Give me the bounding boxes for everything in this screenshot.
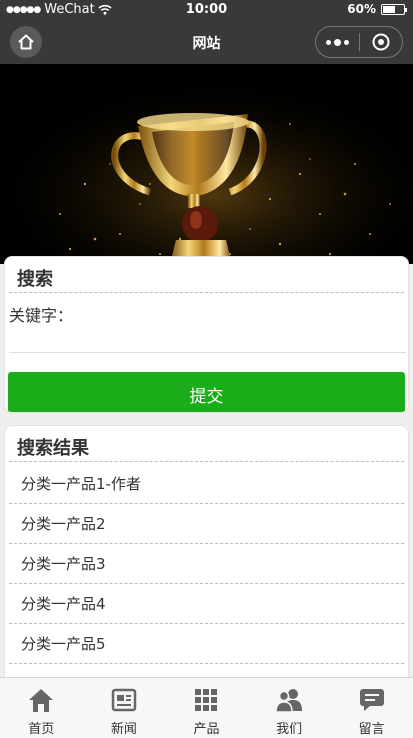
close-button[interactable] <box>359 27 402 57</box>
results-card: 搜索结果 分类一产品1-作者 分类一产品2 分类一产品3 分类一产品4 分类一产… <box>4 425 409 685</box>
status-bar: ●●●●● WeChat 10:00 60% <box>0 0 413 20</box>
tab-products[interactable]: 产品 <box>165 678 248 738</box>
people-icon <box>275 686 303 714</box>
tab-news[interactable]: 新闻 <box>83 678 166 738</box>
news-icon <box>110 686 138 714</box>
submit-button[interactable]: 提交 <box>8 372 405 412</box>
nav-bar: 网站 <box>0 20 413 64</box>
list-item[interactable]: 分类一产品4 <box>9 584 404 624</box>
banner-image <box>0 64 413 264</box>
tab-about[interactable]: 我们 <box>248 678 331 738</box>
home-icon <box>27 686 55 714</box>
more-dot-icon <box>343 39 349 45</box>
keyword-label: 关键字： <box>9 306 74 325</box>
list-item[interactable]: 分类一产品3 <box>9 544 404 584</box>
tab-label: 新闻 <box>110 722 137 737</box>
battery-icon <box>381 3 407 15</box>
grid-icon <box>192 686 220 714</box>
battery-status: 60% <box>347 2 407 16</box>
battery-level <box>383 5 395 13</box>
trophy-illustration <box>0 64 413 264</box>
list-item[interactable]: 分类一产品5 <box>9 624 404 664</box>
tab-message[interactable]: 留言 <box>330 678 413 738</box>
tab-home[interactable]: 首页 <box>0 678 83 738</box>
battery-percent: 60% <box>347 2 376 16</box>
tab-label: 产品 <box>193 722 220 737</box>
results-list: 分类一产品1-作者 分类一产品2 分类一产品3 分类一产品4 分类一产品5 <box>9 464 404 664</box>
more-dot-icon <box>333 38 341 46</box>
search-card: 搜索 关键字： 提交 <box>4 256 409 413</box>
tab-bar: 首页 新闻 产品 我们 留言 <box>0 677 413 738</box>
tab-label: 首页 <box>28 722 55 737</box>
mini-program-capsule <box>315 26 403 58</box>
tab-label: 留言 <box>358 722 385 737</box>
more-button[interactable] <box>316 27 359 57</box>
results-title: 搜索结果 <box>9 426 404 462</box>
close-target-icon <box>372 33 390 51</box>
search-title: 搜索 <box>9 257 404 293</box>
message-icon <box>358 686 386 714</box>
tab-label: 我们 <box>276 722 303 737</box>
more-dot-icon <box>325 39 331 45</box>
keyword-input[interactable] <box>9 323 406 353</box>
list-item[interactable]: 分类一产品2 <box>9 504 404 544</box>
list-item[interactable]: 分类一产品1-作者 <box>9 464 404 504</box>
